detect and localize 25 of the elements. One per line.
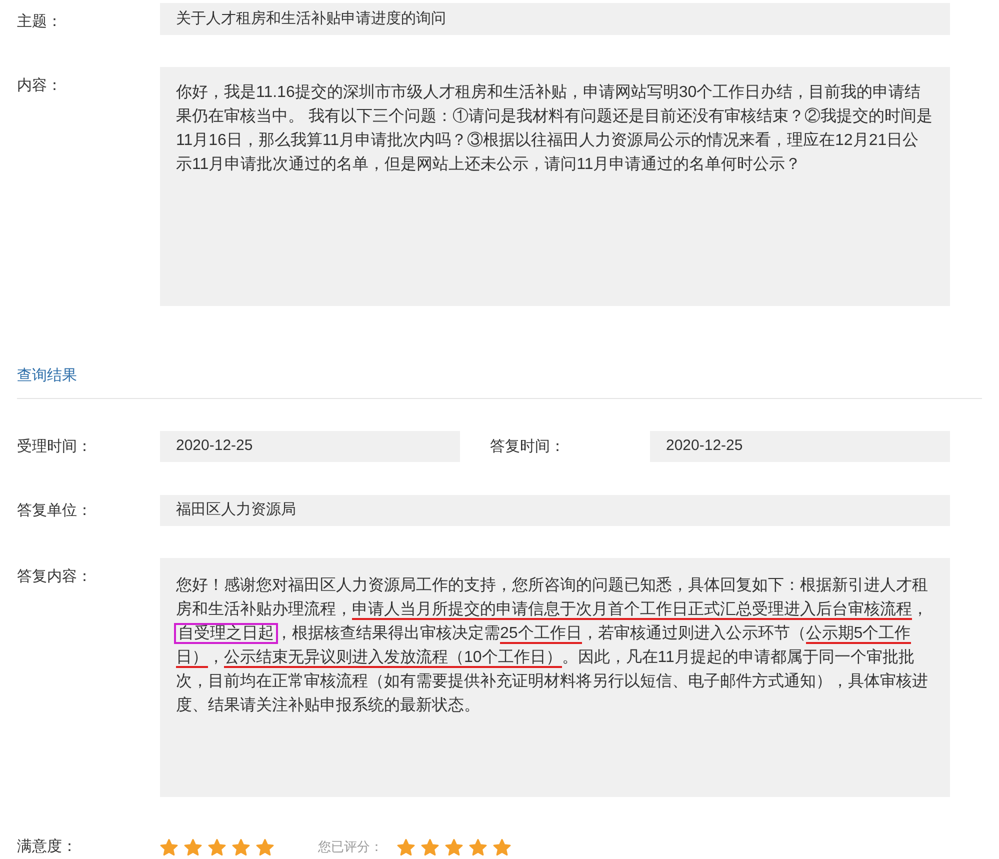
rated-label: 您已评分： <box>318 838 383 856</box>
star-icon <box>208 838 226 856</box>
star-icon <box>421 838 439 856</box>
field-label: 答复内容： <box>17 568 92 585</box>
field-label: 答复单位： <box>17 502 92 518</box>
reply-time-field: 2020-12-25 <box>650 431 950 462</box>
subject-field: 关于人才租房和生活补贴申请进度的询问 <box>160 3 950 35</box>
star-icon <box>184 838 202 856</box>
accept-time-field: 2020-12-25 <box>160 431 460 462</box>
reply-text: 您好！感谢您对福田区人力资源局工作的支持，您所咨询的问题已知悉，具体回复如下：根据新引进人才租房和生活补贴办理流程，申请人当月所提交的申请信息于次月首个工作日正式汇总受理进入后台审核流程， 自受理之日起，根据核查结果得出审核决定需25个工作日，若审核通过则进入公示环节（公示期5个工作日），公示结束无异议则进入发放流程（10个工作日）。因此，凡在11月提起的申请都属于同一个审批批次，目前均在正常审核流程（如有需要提供补充证明材料将另行以短信、电子邮件方式通知），具体审核进度、结果请关注补贴申报系统的最新状态。 <box>176 576 929 716</box>
reply-unit-field: 福田区人力资源局 <box>160 495 950 526</box>
field-label: 内容： <box>17 77 62 94</box>
content-field: 你好，我是11.16提交的深圳市市级人才租房和生活补贴，申请网站写明30个工作日办结，目前我的申请结果仍在审核当中。 我有以下三个问题：①请问是我材料有问题还是目前还没有审核结束？②我提交的时间是11月16日，那么我算11月申请批次内吗？③根据以往福田人力资源局公示的情况来看，理应在12月21日公示11月申请批次通过的名单，但是网站上还未公示，请问11月申请通过的名单何时公示？ <box>160 67 950 306</box>
field-label: 受理时间： <box>17 438 92 454</box>
star-icon <box>445 838 463 856</box>
field-label: 满意度： <box>17 838 77 855</box>
star-icon <box>397 838 415 856</box>
star-icon <box>256 838 274 856</box>
field-label: 主题： <box>17 13 62 30</box>
field-label: 答复时间： <box>490 438 565 454</box>
star-icon <box>493 838 511 856</box>
star-icon <box>469 838 487 856</box>
star-icon <box>232 838 250 856</box>
star-icon <box>160 838 178 856</box>
section-title: 查询结果 <box>17 367 77 384</box>
